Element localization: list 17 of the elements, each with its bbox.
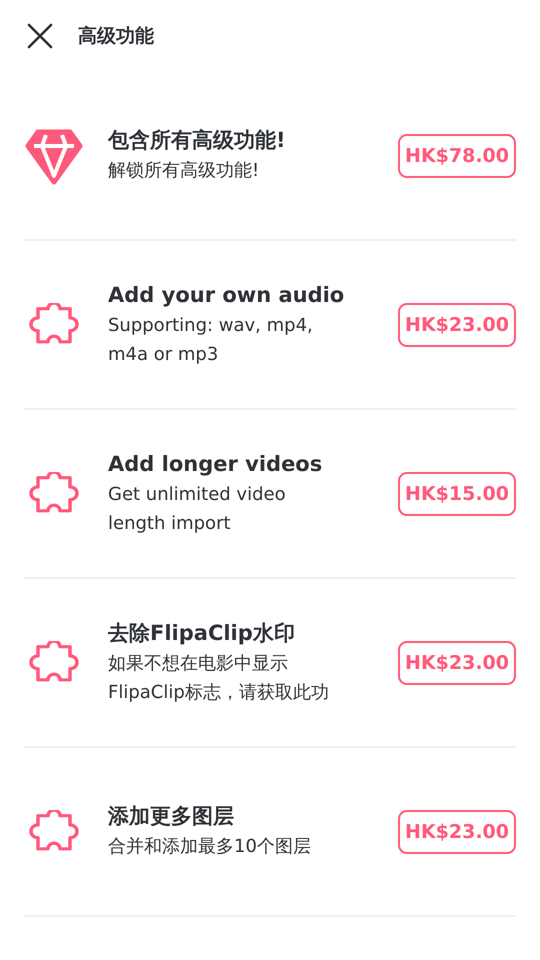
page-title: 高级功能 <box>78 24 154 49</box>
price-button[interactable]: HK$23.00 <box>398 810 516 854</box>
price-button[interactable]: HK$78.00 <box>398 134 516 178</box>
feature-title: 包含所有高级功能! <box>108 127 287 154</box>
feature-description: 解锁所有高级功能! <box>108 159 260 183</box>
close-icon <box>27 23 53 49</box>
feature-description: Get unlimited video length import <box>108 482 287 536</box>
feature-title: 去除FlipaClip水印 <box>108 620 296 646</box>
feature-title: Add longer videos <box>108 450 324 478</box>
price-button[interactable]: HK$15.00 <box>398 472 516 516</box>
feature-title: 添加更多图层 <box>108 803 235 830</box>
feature-title: Add your own audio <box>108 282 346 308</box>
price-button[interactable]: HK$23.00 <box>398 640 516 684</box>
feature-description: 如果不想在电影中显示 FlipaClip标志，请获取此功 <box>108 652 330 704</box>
price-button[interactable]: HK$23.00 <box>398 302 516 346</box>
feature-description: Supporting: wav, mp4, m4a or mp3 <box>108 314 314 366</box>
feature-description: 合并和添加最多10个图层 <box>108 835 312 859</box>
